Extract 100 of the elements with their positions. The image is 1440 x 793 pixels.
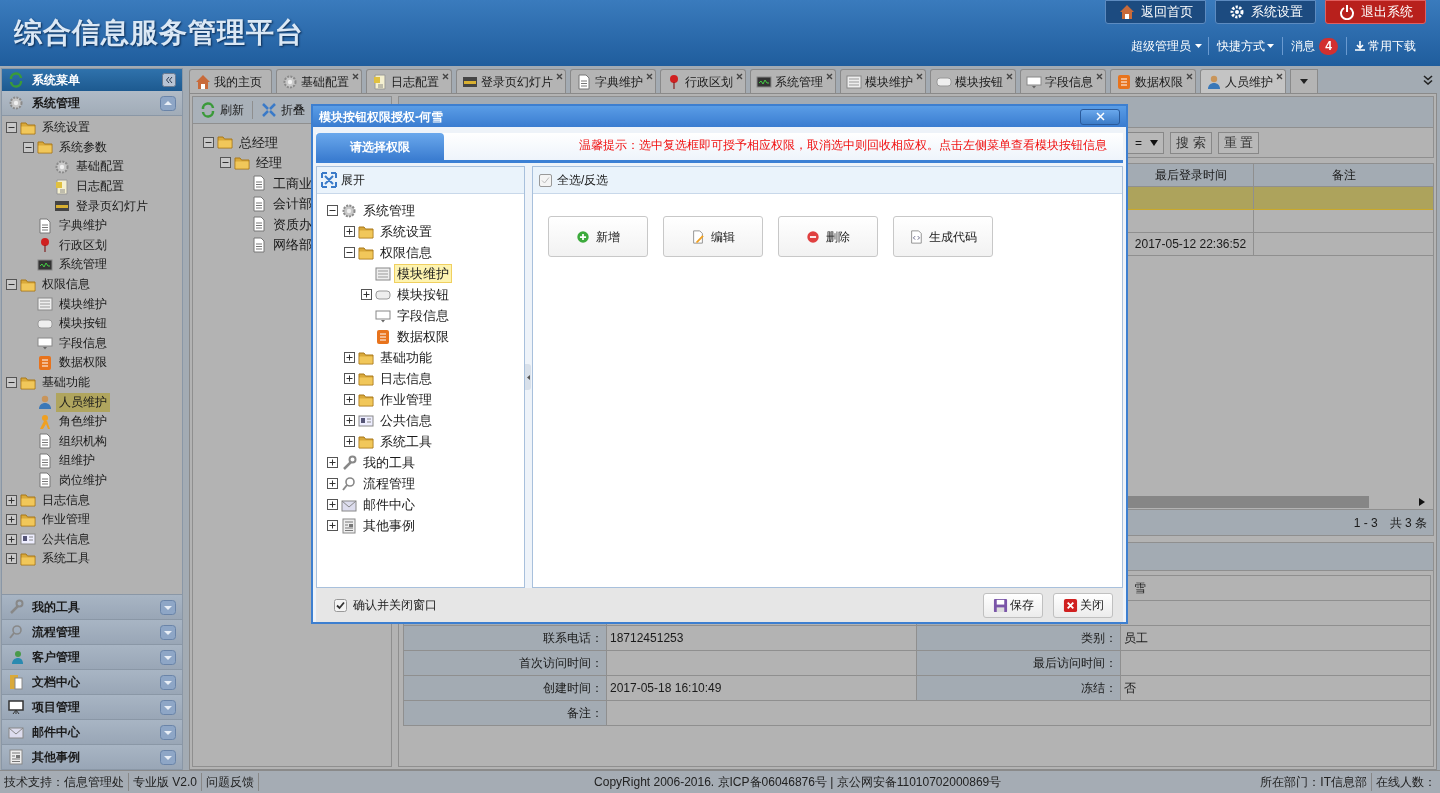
tree-item[interactable]: 会计部	[270, 194, 315, 214]
plus-box-icon[interactable]	[327, 457, 338, 468]
panel-header[interactable]: 我的工具	[2, 594, 182, 619]
menu-item[interactable]: 系统工具	[39, 549, 93, 569]
close-icon[interactable]	[736, 73, 743, 80]
tree-item[interactable]: 系统工具	[377, 432, 435, 451]
minus-box-icon[interactable]	[6, 279, 17, 291]
tree-item[interactable]: 权限信息	[377, 243, 435, 262]
chevron-down-icon[interactable]	[160, 649, 176, 665]
permission-button[interactable]: 编辑	[663, 216, 763, 257]
checkbox-icon[interactable]	[539, 173, 552, 187]
tree-item[interactable]: 模块维护	[394, 264, 452, 283]
plus-box-icon[interactable]	[6, 494, 17, 506]
panel-header[interactable]: 客户管理	[2, 644, 182, 669]
menu-item[interactable]: 字段信息	[56, 333, 110, 353]
chevron-down-icon[interactable]	[160, 724, 176, 740]
menu-item[interactable]: 模块维护	[56, 294, 110, 314]
tree-item[interactable]: 模块按钮	[394, 285, 452, 304]
menu-item[interactable]: 组维护	[56, 451, 98, 471]
plus-box-icon[interactable]	[344, 373, 355, 384]
tree-item[interactable]: 作业管理	[377, 390, 435, 409]
close-icon[interactable]	[916, 73, 923, 80]
menu-item[interactable]: 数据权限	[56, 353, 110, 373]
tab[interactable]: 登录页幻灯片	[456, 69, 566, 93]
close-button[interactable]	[1080, 108, 1120, 125]
chevron-down-icon[interactable]	[160, 624, 176, 640]
chevron-down-icon[interactable]	[160, 599, 176, 615]
tab[interactable]: 人员维护	[1200, 69, 1286, 93]
tree-item[interactable]: 数据权限	[394, 327, 452, 346]
tree-item[interactable]: 日志信息	[377, 369, 435, 388]
panel-header[interactable]: 项目管理	[2, 694, 182, 719]
tree-item[interactable]: 我的工具	[360, 453, 418, 472]
tab-list-button[interactable]	[1290, 69, 1318, 93]
tree-item[interactable]: 其他事例	[360, 516, 418, 535]
tree-item[interactable]: 资质办	[270, 214, 315, 234]
minus-box-icon[interactable]	[220, 157, 231, 169]
menu-item[interactable]: 模块按钮	[56, 314, 110, 334]
tree-item[interactable]: 公共信息	[377, 411, 435, 430]
tree-item[interactable]: 经理	[253, 153, 285, 173]
plus-box-icon[interactable]	[6, 533, 17, 545]
menu-item[interactable]: 组织机构	[56, 431, 110, 451]
plus-box-icon[interactable]	[344, 352, 355, 363]
tab[interactable]: 模块维护	[840, 69, 926, 93]
menu-item[interactable]: 基础配置	[73, 157, 127, 177]
chevron-down-icon[interactable]	[160, 674, 176, 690]
header-button[interactable]: 返回首页	[1105, 0, 1206, 24]
tab[interactable]: 模块按钮	[930, 69, 1016, 93]
close-icon[interactable]	[1186, 73, 1193, 80]
tab[interactable]: 日志配置	[366, 69, 452, 93]
plus-box-icon[interactable]	[327, 520, 338, 531]
tab[interactable]: 我的主页	[189, 69, 272, 93]
panel-header[interactable]: 流程管理	[2, 619, 182, 644]
tab[interactable]: 数据权限	[1110, 69, 1196, 93]
menu-item[interactable]: 系统管理	[56, 255, 110, 275]
expand-button[interactable]: 展开	[321, 171, 365, 189]
tree-item[interactable]: 基础功能	[377, 348, 435, 367]
close-icon[interactable]	[1006, 73, 1013, 80]
tree-item[interactable]: 工商业	[270, 173, 315, 193]
menu-item[interactable]: 公共信息	[39, 529, 93, 549]
chevron-down-icon[interactable]	[160, 699, 176, 715]
search-bar-button[interactable]: 搜 索	[1170, 131, 1212, 154]
minus-box-icon[interactable]	[344, 247, 355, 258]
menu-item[interactable]: 基础功能	[39, 373, 93, 392]
menu-item[interactable]: 字典维护	[56, 216, 110, 236]
panel-header[interactable]: 其他事例	[2, 744, 182, 769]
menu-item[interactable]: 角色维护	[56, 412, 110, 432]
menu-item[interactable]: 行政区划	[56, 235, 110, 255]
dialog-button[interactable]: 保存	[983, 592, 1043, 618]
tree-item[interactable]: 系统管理	[360, 201, 418, 220]
collapse-left-icon[interactable]	[162, 73, 176, 87]
plus-box-icon[interactable]	[361, 289, 372, 300]
menu-item[interactable]: 登录页幻灯片	[73, 196, 151, 216]
tree-item[interactable]: 网络部	[270, 235, 315, 255]
panel-header[interactable]: 文档中心	[2, 669, 182, 694]
tab[interactable]: 行政区划	[660, 69, 746, 93]
chevron-down-icon[interactable]	[160, 749, 176, 765]
permission-button[interactable]: 生成代码	[893, 216, 993, 257]
plus-box-icon[interactable]	[344, 436, 355, 447]
minus-box-icon[interactable]	[203, 136, 214, 148]
menu-item[interactable]: 人员维护	[56, 392, 110, 412]
tab[interactable]: 基础配置	[276, 69, 362, 93]
close-icon[interactable]	[646, 73, 653, 80]
select-all-label[interactable]: 全选/反选	[557, 171, 609, 189]
close-icon[interactable]	[352, 73, 359, 80]
toolbar-button[interactable]: 刷新	[197, 101, 253, 119]
chevron-up-icon[interactable]	[160, 95, 176, 111]
permission-button[interactable]: 删除	[778, 216, 878, 257]
chevron-double-down-icon[interactable]	[1423, 75, 1433, 85]
panel-header[interactable]: 系统管理	[2, 91, 182, 116]
tab[interactable]: 字典维护	[570, 69, 656, 93]
panel-header[interactable]: 邮件中心	[2, 719, 182, 744]
close-icon[interactable]	[1096, 73, 1103, 80]
minus-box-icon[interactable]	[327, 205, 338, 216]
menu-item[interactable]: 系统参数	[56, 137, 110, 157]
tree-item[interactable]: 总经理	[236, 132, 281, 152]
downloads-link[interactable]: 常用下载	[1347, 37, 1416, 55]
close-icon[interactable]	[826, 73, 833, 80]
close-icon[interactable]	[1276, 73, 1283, 80]
tab[interactable]: 字段信息	[1020, 69, 1106, 93]
menu-item[interactable]: 日志配置	[73, 177, 127, 197]
